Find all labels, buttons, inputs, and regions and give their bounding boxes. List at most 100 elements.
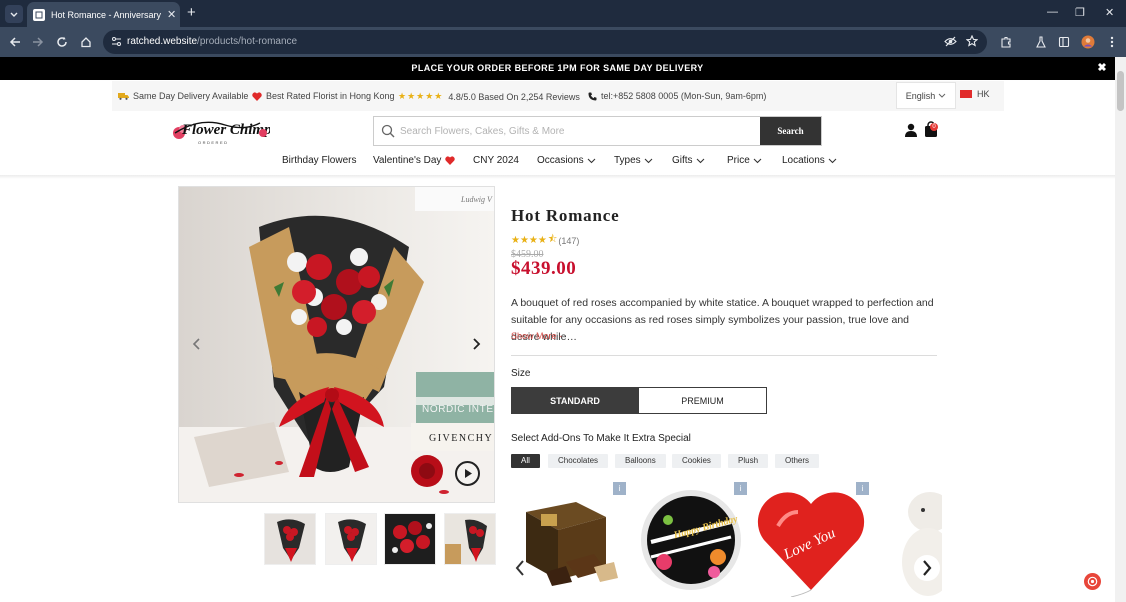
addon-info-icon[interactable]: i (734, 482, 747, 495)
reviews-text: 4.8/5.0 Based On 2,254 Reviews (448, 91, 580, 102)
scrollbar-thumb[interactable] (1117, 71, 1124, 111)
address-bar[interactable]: ratched.website/products/hot-romance (103, 30, 987, 54)
size-label: Size (511, 368, 531, 379)
cart-count-badge: 0 (930, 123, 938, 131)
page-scrollbar[interactable] (1115, 57, 1126, 602)
best-rated-text: Best Rated Florist in Hong Kong (266, 91, 395, 101)
reload-button[interactable] (54, 34, 70, 50)
product-main-image[interactable]: Ludwig V NORDIC INTER GIVENCHY (178, 186, 495, 503)
menu-types[interactable]: Types (614, 155, 653, 166)
browser-tab-bar: Hot Romance - Anniversary Flo ✕ + — ❐ ✕ (0, 0, 1126, 27)
addon-filter-chocolates[interactable]: Chocolates (548, 454, 609, 468)
promo-close-icon[interactable]: ✖ (1097, 57, 1107, 80)
menu-label: Valentine's Day (373, 155, 442, 166)
product-rating[interactable]: ★★★★ ⯪ (147) (511, 232, 579, 249)
site-settings-icon[interactable] (111, 36, 122, 47)
chevron-down-icon (587, 158, 596, 163)
url-path: /products/hot-romance (197, 36, 298, 47)
bookmark-star-icon[interactable] (966, 35, 978, 47)
menu-gifts[interactable]: Gifts (672, 155, 705, 166)
addons-next-button[interactable] (914, 555, 940, 581)
image-prev-icon[interactable] (190, 337, 204, 351)
size-standard-button[interactable]: STANDARD (511, 387, 639, 414)
heart-icon (445, 156, 456, 165)
chevron-down-icon (753, 158, 762, 163)
search-bar: Search (373, 116, 822, 146)
svg-text:ORDERED: ORDERED (198, 140, 229, 145)
side-panel-icon[interactable] (1056, 34, 1072, 50)
url-text[interactable]: ratched.website/products/hot-romance (127, 36, 297, 47)
addon-filter-others[interactable]: Others (775, 454, 820, 468)
phone-info[interactable]: tel:+852 5808 0005 (Mon-Sun, 9am-6pm) (588, 91, 766, 101)
addon-filter-balloons[interactable]: Balloons (615, 454, 666, 468)
menu-valentines-day[interactable]: Valentine's Day (373, 155, 456, 166)
show-more-link[interactable]: Show More - (511, 331, 562, 341)
search-input[interactable] (400, 117, 760, 145)
addon-info-icon[interactable]: i (856, 482, 869, 495)
site-favicon-icon (33, 8, 45, 21)
truck-icon (118, 93, 129, 100)
flowerchimp-logo[interactable]: Flower Chimp ORDERED (170, 115, 270, 149)
addons-prev-icon[interactable] (514, 559, 526, 577)
region-value: HK (977, 89, 990, 99)
info-bar: Same Day Delivery Available Best Rated F… (112, 81, 1004, 111)
book-text: NORDIC INTER (422, 404, 495, 415)
chevron-down-icon (10, 12, 18, 17)
minimize-icon[interactable]: — (1047, 6, 1058, 18)
menu-cny-2024[interactable]: CNY 2024 (473, 155, 519, 166)
menu-label: Birthday Flowers (282, 155, 357, 166)
product-thumbnail[interactable] (264, 513, 316, 565)
browser-menu-icon[interactable] (1104, 34, 1120, 50)
window-close-icon[interactable]: ✕ (1105, 6, 1114, 19)
arrow-right-icon (33, 37, 44, 47)
addon-birthday-balloon-card[interactable]: Happy Birthday (636, 482, 746, 597)
restore-icon[interactable]: ❐ (1075, 6, 1085, 19)
sign-text: Ludwig V (460, 195, 493, 204)
play-video-button[interactable] (455, 461, 480, 486)
search-button[interactable]: Search (760, 117, 821, 145)
browser-tab[interactable]: Hot Romance - Anniversary Flo ✕ (27, 2, 180, 27)
svg-text:Flower Chimp: Flower Chimp (181, 122, 270, 138)
profile-avatar[interactable] (1080, 34, 1096, 50)
addons-label: Select Add-Ons To Make It Extra Special (511, 433, 691, 444)
language-selector[interactable]: English (896, 82, 956, 109)
addon-chocolate-card[interactable] (516, 482, 626, 597)
reviews-info[interactable]: ★★★★★ 4.8/5.0 Based On 2,254 Reviews (398, 91, 580, 102)
chat-help-button[interactable] (1084, 573, 1101, 590)
lab-flask-icon[interactable] (1033, 34, 1049, 50)
addon-info-icon[interactable]: i (613, 482, 626, 495)
same-day-info: Same Day Delivery Available (118, 91, 248, 101)
sale-price: $439.00 (511, 258, 577, 279)
tab-close-icon[interactable]: ✕ (167, 8, 176, 21)
region-selector[interactable]: HK (960, 89, 990, 99)
new-tab-button[interactable]: + (187, 5, 196, 21)
eye-off-icon[interactable] (944, 36, 957, 47)
product-thumbnail[interactable] (325, 513, 377, 565)
forward-button[interactable] (30, 34, 46, 50)
addon-filter-cookies[interactable]: Cookies (672, 454, 721, 468)
back-button[interactable] (7, 34, 23, 50)
menu-label: CNY 2024 (473, 155, 519, 166)
language-value: English (905, 90, 936, 101)
addon-heart-balloon-card[interactable]: Love You (756, 482, 866, 597)
product-thumbnail[interactable] (384, 513, 436, 565)
home-button[interactable] (78, 34, 94, 50)
reload-icon (57, 36, 67, 47)
menu-locations[interactable]: Locations (782, 155, 837, 166)
addon-filter-plush[interactable]: Plush (728, 454, 769, 468)
menu-occasions[interactable]: Occasions (537, 155, 596, 166)
menu-price[interactable]: Price (727, 155, 762, 166)
image-next-icon[interactable] (469, 337, 483, 351)
tab-search-button[interactable] (5, 5, 23, 23)
home-icon (81, 37, 91, 48)
chevron-down-icon (644, 158, 653, 163)
url-host: ratched.website (127, 36, 198, 47)
product-thumbnail[interactable] (444, 513, 496, 565)
menu-birthday-flowers[interactable]: Birthday Flowers (282, 155, 356, 166)
promo-text: PLACE YOUR ORDER BEFORE 1PM FOR SAME DAY… (411, 63, 704, 73)
arrow-left-icon (9, 37, 20, 47)
addon-filter-all[interactable]: All (511, 454, 540, 468)
size-premium-button[interactable]: PREMIUM (638, 387, 767, 414)
user-account-icon[interactable] (904, 123, 918, 137)
extensions-icon[interactable] (998, 34, 1014, 50)
